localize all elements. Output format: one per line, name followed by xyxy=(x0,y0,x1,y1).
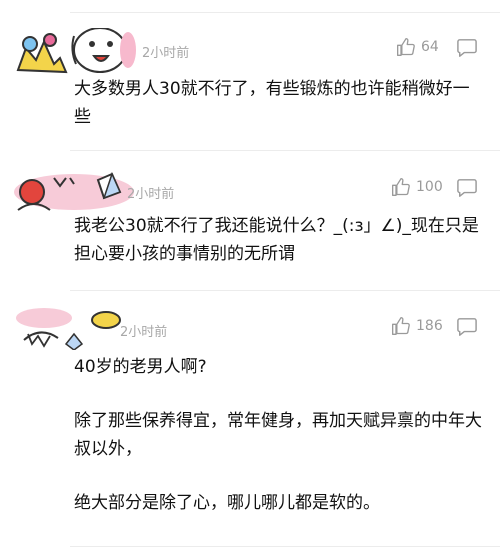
reply-button[interactable] xyxy=(456,317,478,341)
avatar[interactable] xyxy=(14,304,136,350)
comment-text: 40岁的老男人啊? 除了那些保养得宜，常年健身，再加天赋异禀的中年大叔以外， 绝… xyxy=(74,353,482,517)
like-count: 186 xyxy=(416,318,443,334)
comment-bubble-icon xyxy=(457,179,477,197)
comment-paragraph: 大多数男人30就不行了，有些锻炼的也许能稍微好一些 xyxy=(74,79,470,127)
comment-item: 2小时前 186 40岁的老男人啊? 除了那些保养得宜，常年健身，再加天赋异禀的… xyxy=(0,290,500,555)
comment-paragraph: 40岁的老男人啊? xyxy=(74,357,207,377)
thumbs-up-icon xyxy=(392,178,410,196)
reply-button[interactable] xyxy=(456,178,478,202)
comment-item: 2小时前 100 我老公30就不行了我还能说什么？_(:з」∠)_现在只是担心要… xyxy=(0,150,500,290)
comment-text: 大多数男人30就不行了，有些锻炼的也许能稍微好一些 xyxy=(74,75,482,131)
comment-bubble-icon xyxy=(457,318,477,336)
like-count: 64 xyxy=(421,39,439,55)
like-count: 100 xyxy=(416,179,443,195)
comment-text: 我老公30就不行了我还能说什么？_(:з」∠)_现在只是担心要小孩的事情别的无所… xyxy=(74,212,482,268)
like-button[interactable]: 186 xyxy=(391,316,443,336)
avatar[interactable] xyxy=(14,28,136,74)
comment-time: 2小时前 xyxy=(127,187,175,202)
comment-paragraph: 绝大部分是除了心，哪儿哪儿都是软的。 xyxy=(74,493,380,513)
comment-paragraph: 我老公30就不行了我还能说什么？_(:з」∠)_现在只是担心要小孩的事情别的无所… xyxy=(74,216,479,264)
comment-item: 2小时前 64 大多数男人30就不行了，有些锻炼的也许能稍微好一些 xyxy=(0,0,500,150)
avatar[interactable] xyxy=(14,170,136,216)
comment-paragraph: 除了那些保养得宜，常年健身，再加天赋异禀的中年大叔以外， xyxy=(74,411,482,459)
comment-time: 2小时前 xyxy=(120,325,168,340)
thumbs-up-icon xyxy=(397,38,415,56)
thumbs-up-icon xyxy=(392,317,410,335)
comment-time: 2小时前 xyxy=(142,46,190,61)
comment-bubble-icon xyxy=(457,39,477,57)
reply-button[interactable] xyxy=(456,38,478,62)
like-button[interactable]: 100 xyxy=(391,177,443,197)
bottom-divider xyxy=(70,546,500,547)
like-button[interactable]: 64 xyxy=(396,37,439,57)
